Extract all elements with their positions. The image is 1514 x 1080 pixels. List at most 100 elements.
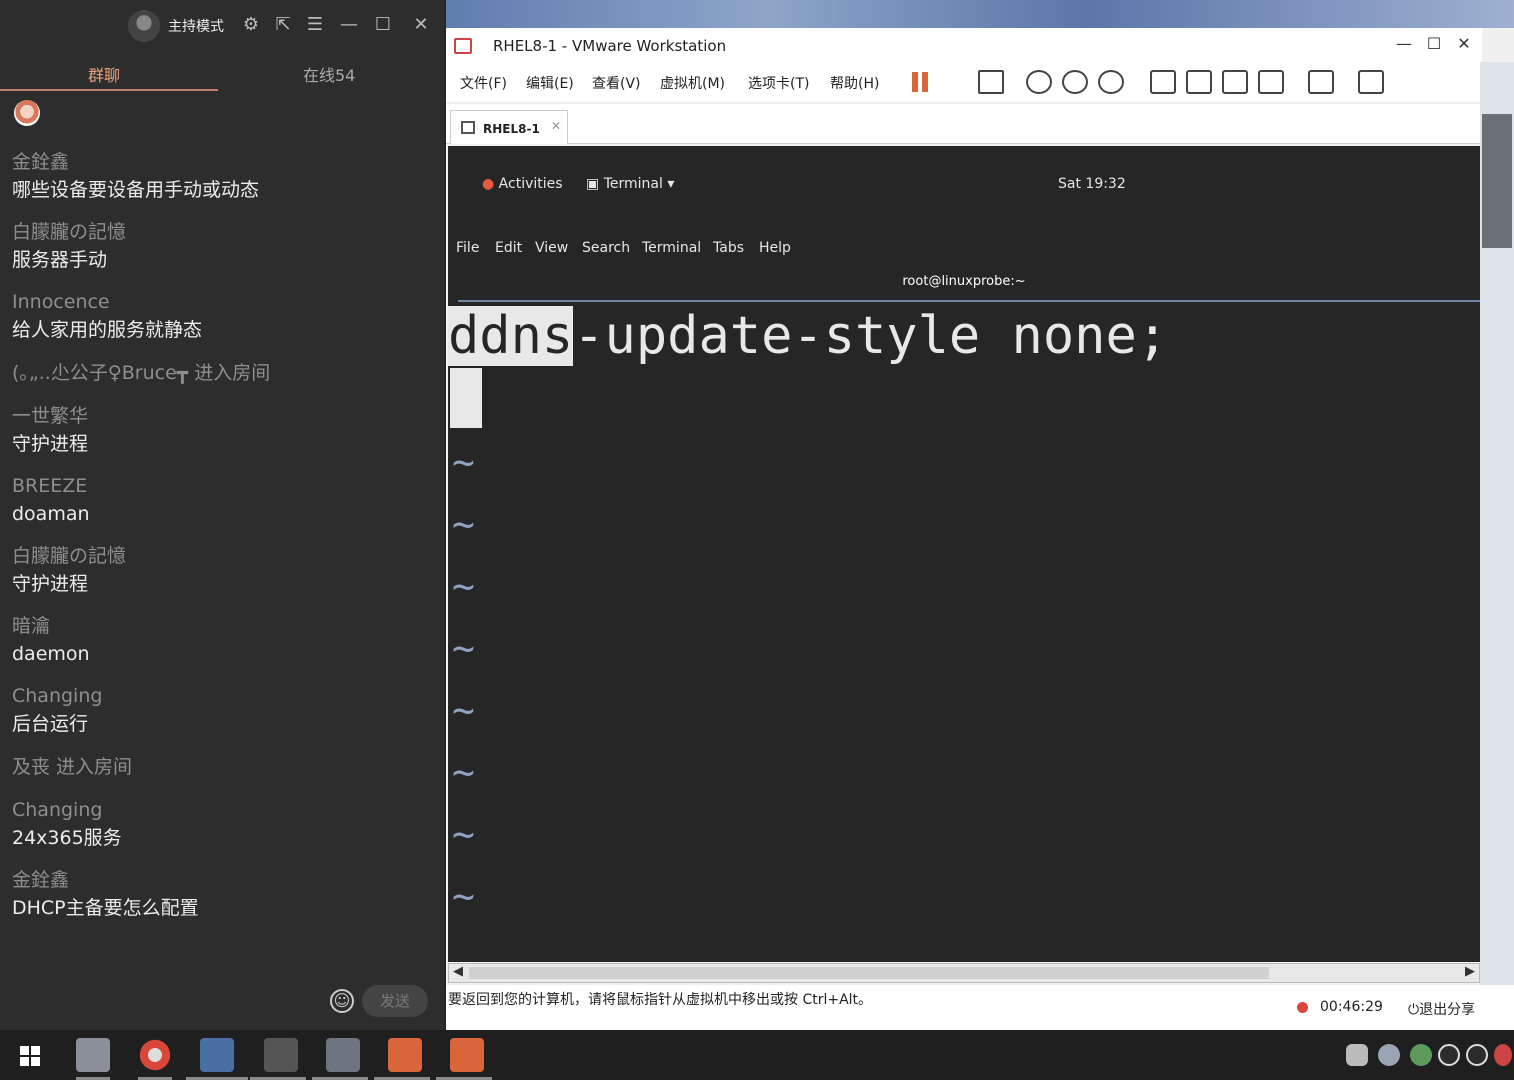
- chat-bot-avatar[interactable]: [14, 100, 40, 126]
- menu-edit[interactable]: 编辑(E): [526, 73, 574, 93]
- full-screen-icon[interactable]: [1222, 70, 1248, 94]
- message-text: DHCP主备要怎么配置: [12, 897, 199, 919]
- message-text: 哪些设备要设备用手动或动态: [12, 179, 260, 201]
- close-icon[interactable]: ✕: [410, 14, 432, 36]
- drawing-app-icon[interactable]: [326, 1038, 360, 1072]
- terminal-menu-tabs[interactable]: Tabs: [713, 240, 744, 256]
- guest-screen[interactable]: ● Activities ▣ Terminal ▾ Sat 19:32 File…: [448, 146, 1480, 962]
- send-button[interactable]: 发送: [362, 985, 428, 1017]
- menu-view[interactable]: 查看(V): [592, 73, 641, 93]
- stretch-guest-icon[interactable]: [1358, 70, 1384, 94]
- message-item: Changing 24x365服务: [12, 796, 432, 852]
- microphone-icon[interactable]: [1346, 1044, 1368, 1066]
- app-menu-label: Terminal: [603, 176, 663, 192]
- minimize-icon[interactable]: —: [338, 14, 360, 36]
- terminal-menu-file[interactable]: File: [456, 240, 479, 256]
- host-avatar[interactable]: [128, 10, 160, 42]
- unity-icon[interactable]: [1258, 70, 1284, 94]
- clock[interactable]: Sat 19:32: [1058, 176, 1126, 192]
- message-item: 一世繁华 守护进程: [12, 402, 432, 458]
- sender-name: 一世繁华: [12, 405, 89, 427]
- windows-start-icon[interactable]: [20, 1046, 40, 1066]
- thumbnail-bar-icon[interactable]: [1186, 70, 1212, 94]
- message-item: 金銓鑫 DHCP主备要怎么配置: [12, 866, 432, 922]
- message-list: 金銓鑫 哪些设备要设备用手动或动态 白朦朧の記憶 服务器手动 Innocence…: [12, 148, 432, 936]
- terminal-menu-terminal[interactable]: Terminal: [642, 240, 701, 256]
- terminal-menu-edit[interactable]: Edit: [495, 240, 522, 256]
- vertical-scrollbar[interactable]: [1480, 62, 1514, 1030]
- exit-share-label: 退出分享: [1419, 1002, 1476, 1018]
- close-tab-icon[interactable]: ✕: [551, 119, 561, 133]
- sender-name: 金銓鑫: [12, 869, 70, 891]
- vertical-scroll-thumb[interactable]: [1482, 114, 1512, 248]
- scroll-left-icon[interactable]: ◀: [453, 964, 463, 979]
- send-ctrl-alt-del-icon[interactable]: [978, 70, 1004, 94]
- host-mode-label[interactable]: 主持模式: [168, 16, 224, 36]
- message-text: 给人家用的服务就静态: [12, 319, 203, 341]
- vm-tab-icon: [461, 121, 475, 134]
- chat-header: 主持模式 ⚙ ⇱ ☰ — ☐ ✕: [0, 0, 444, 54]
- scroll-right-icon[interactable]: ▶: [1465, 964, 1475, 979]
- maximize-icon[interactable]: ☐: [1424, 34, 1444, 53]
- vmware-statusbar: 要返回到您的计算机，请将鼠标指针从虚拟机中移出或按 Ctrl+Alt。 00:4…: [446, 985, 1514, 1030]
- pause-icon[interactable]: [912, 72, 928, 92]
- close-icon[interactable]: ✕: [1454, 34, 1474, 53]
- message-text: daemon: [12, 643, 90, 665]
- classin-app-icon-2[interactable]: [450, 1038, 484, 1072]
- vm-tab-bar: RHEL8-1 ✕: [446, 104, 1482, 144]
- qq-icon[interactable]: [1438, 1044, 1460, 1066]
- security-icon[interactable]: [1410, 1044, 1432, 1066]
- tab-online[interactable]: 在线54: [303, 62, 355, 86]
- message-text: 守护进程: [12, 573, 89, 595]
- message-text: doaman: [12, 503, 90, 525]
- snapshot-icon[interactable]: [1026, 70, 1052, 94]
- vmware-taskbar-icon[interactable]: [200, 1038, 234, 1072]
- console-view-icon[interactable]: [1308, 70, 1334, 94]
- terminal-menu-search[interactable]: Search: [582, 240, 630, 256]
- settings-gear-icon[interactable]: ⚙: [240, 14, 262, 36]
- minimize-icon[interactable]: —: [1394, 34, 1414, 53]
- app-menu-terminal[interactable]: ▣ Terminal ▾: [586, 176, 674, 192]
- terminal-menu-view[interactable]: View: [535, 240, 568, 256]
- screen-recorder-icon[interactable]: [264, 1038, 298, 1072]
- exit-share-button[interactable]: ⏻退出分享: [1408, 999, 1475, 1019]
- vm-tab-label: RHEL8-1: [483, 122, 540, 136]
- chrome-icon[interactable]: [138, 1038, 172, 1072]
- activities-button[interactable]: ● Activities: [482, 176, 563, 192]
- classin-app-icon[interactable]: [388, 1038, 422, 1072]
- horizontal-scrollbar[interactable]: ◀ ▶: [448, 963, 1480, 983]
- tray-app-icon[interactable]: [1494, 1044, 1512, 1066]
- file-explorer-icon[interactable]: [76, 1038, 110, 1072]
- desktop-background-strip: [446, 0, 1514, 28]
- popout-icon[interactable]: ⇱: [272, 14, 294, 36]
- show-library-icon[interactable]: [1150, 70, 1176, 94]
- join-notice: 及丧 进入房间: [12, 752, 432, 782]
- vi-empty-line: ~: [452, 874, 475, 918]
- terminal-menu-help[interactable]: Help: [759, 240, 791, 256]
- menu-vm[interactable]: 虚拟机(M): [660, 73, 725, 93]
- vi-line-1[interactable]: ddns-update-style none;: [448, 306, 1168, 366]
- menu-file[interactable]: 文件(F): [460, 73, 507, 93]
- maximize-icon[interactable]: ☐: [372, 14, 394, 36]
- emoji-icon[interactable]: ☺: [330, 989, 354, 1013]
- tab-group-chat[interactable]: 群聊: [88, 62, 120, 86]
- network-icon[interactable]: [1378, 1044, 1400, 1066]
- revert-snapshot-icon[interactable]: [1062, 70, 1088, 94]
- tab-rhel8-1[interactable]: RHEL8-1 ✕: [450, 110, 568, 144]
- message-item: 白朦朧の記憶 守护进程: [12, 542, 432, 598]
- sender-name: BREEZE: [12, 475, 88, 497]
- terminal-menubar: File Edit View Search Terminal Tabs Help: [448, 234, 1480, 264]
- terminal-title: root@linuxprobe:~: [902, 274, 1026, 289]
- message-item: 金銓鑫 哪些设备要设备用手动或动态: [12, 148, 432, 204]
- menu-tabs[interactable]: 选项卡(T): [748, 73, 809, 93]
- sender-name: 白朦朧の記憶: [12, 221, 127, 243]
- redhat-icon: ●: [482, 176, 495, 192]
- qq-icon-2[interactable]: [1466, 1044, 1488, 1066]
- horizontal-scroll-thumb[interactable]: [469, 967, 1269, 979]
- menu-help[interactable]: 帮助(H): [830, 73, 879, 93]
- snapshot-manager-icon[interactable]: [1098, 70, 1124, 94]
- menu-icon[interactable]: ☰: [304, 14, 326, 36]
- active-tab-indicator: [0, 89, 218, 91]
- sender-name: Changing: [12, 799, 103, 821]
- vi-line-text: -update-style none;: [573, 306, 1169, 366]
